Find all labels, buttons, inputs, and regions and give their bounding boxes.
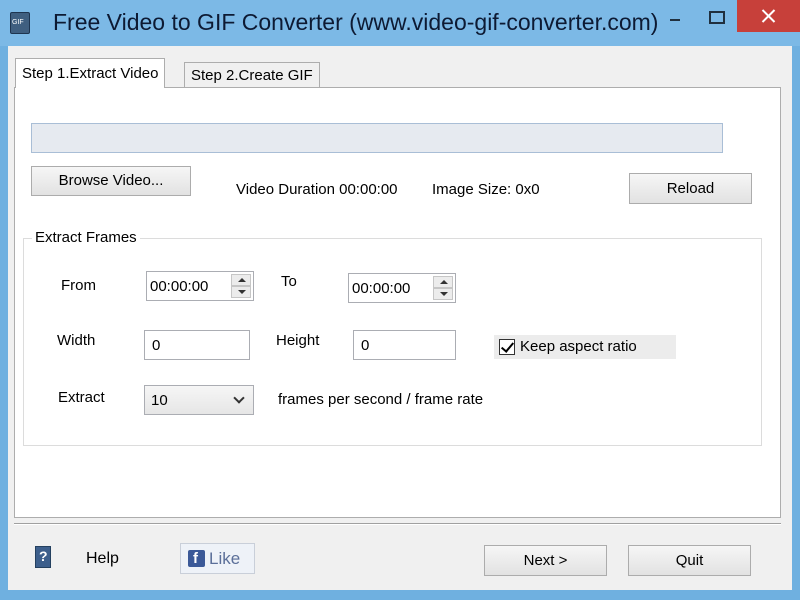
spin-up-icon[interactable]: [433, 276, 453, 288]
quit-button[interactable]: Quit: [628, 545, 751, 576]
fps-suffix-label: frames per second / frame rate: [278, 391, 484, 408]
extract-frames-group: Extract Frames From 00:00:00 To 00:00:00: [23, 229, 762, 446]
from-label: From: [61, 277, 96, 294]
chevron-down-icon[interactable]: [233, 392, 245, 404]
tab-create-gif[interactable]: Step 2.Create GIF: [184, 62, 320, 88]
window-title: Free Video to GIF Converter (www.video-g…: [53, 9, 659, 35]
spinner-arrows: [433, 276, 453, 300]
keep-aspect-ratio-label[interactable]: Keep aspect ratio: [520, 338, 637, 355]
facebook-like-button[interactable]: Like: [180, 543, 255, 574]
extract-video-panel: Browse Video... Video Duration 00:00:00 …: [14, 87, 781, 518]
spin-down-icon[interactable]: [433, 288, 453, 300]
spinner-arrows: [231, 274, 251, 298]
help-label[interactable]: Help: [86, 550, 119, 568]
to-label: To: [281, 273, 297, 290]
group-title: Extract Frames: [32, 229, 140, 246]
facebook-icon: [188, 550, 205, 567]
extract-label: Extract: [58, 389, 105, 406]
app-window: Free Video to GIF Converter (www.video-g…: [0, 0, 800, 600]
minimize-icon[interactable]: [655, 0, 695, 30]
width-label: Width: [57, 332, 96, 349]
from-time-value[interactable]: 00:00:00: [150, 278, 208, 295]
browse-video-button[interactable]: Browse Video...: [31, 166, 191, 196]
tab-extract-video[interactable]: Step 1.Extract Video: [15, 58, 166, 88]
gif-app-icon[interactable]: [10, 12, 30, 34]
reload-button[interactable]: Reload: [629, 173, 752, 204]
dialog-client-area: Step 1.Extract Video Step 2.Create GIF B…: [8, 46, 792, 590]
fps-value[interactable]: 10: [151, 392, 168, 409]
height-label: Height: [276, 332, 320, 349]
footer-divider: [14, 523, 781, 525]
image-size-text: Image Size: 0x0: [432, 181, 540, 198]
keep-aspect-ratio-checkbox[interactable]: Keep aspect ratio: [494, 335, 676, 359]
like-label: Like: [209, 549, 241, 568]
maximize-icon[interactable]: [696, 0, 736, 30]
title-bar[interactable]: Free Video to GIF Converter (www.video-g…: [0, 0, 800, 46]
checkbox-checked-icon[interactable]: [499, 339, 515, 355]
spin-up-icon[interactable]: [231, 274, 251, 286]
height-field[interactable]: 0: [353, 330, 456, 360]
video-duration-text: Video Duration 00:00:00: [236, 181, 398, 198]
to-time-value[interactable]: 00:00:00: [352, 280, 410, 297]
to-time-spinner[interactable]: 00:00:00: [348, 273, 456, 303]
help-book-icon[interactable]: [35, 546, 51, 568]
width-field[interactable]: 0: [144, 330, 250, 360]
from-time-spinner[interactable]: 00:00:00: [146, 271, 254, 301]
video-path-field[interactable]: [31, 123, 723, 153]
spin-down-icon[interactable]: [231, 286, 251, 298]
next-button[interactable]: Next >: [484, 545, 607, 576]
close-icon[interactable]: [737, 0, 800, 32]
fps-dropdown[interactable]: 10: [144, 385, 254, 415]
